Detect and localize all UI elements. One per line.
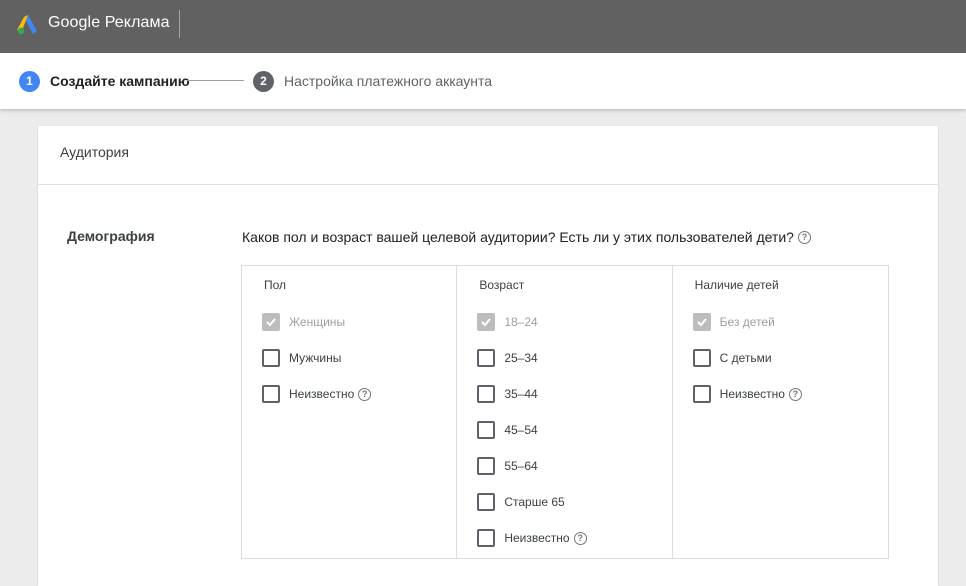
checkbox-checked-icon bbox=[692, 313, 711, 331]
checkbox-option[interactable]: Мужчины bbox=[262, 349, 341, 367]
column-title: Пол bbox=[264, 278, 287, 292]
audience-card: Аудитория Демография Каков пол и возраст… bbox=[38, 126, 938, 586]
checkbox-checked-icon bbox=[477, 313, 496, 331]
checkbox-option[interactable]: С детьми bbox=[692, 349, 772, 367]
checkbox-option[interactable]: Старше 65 bbox=[477, 493, 565, 511]
checkbox-label: 55–64 bbox=[504, 459, 538, 473]
demographics-label: Демография bbox=[67, 228, 155, 244]
google-ads-logo-icon bbox=[17, 15, 37, 35]
checkbox-label: Мужчины bbox=[289, 351, 342, 365]
step-number-badge: 2 bbox=[253, 70, 274, 92]
checkbox-option[interactable]: 25–34 bbox=[477, 349, 538, 367]
checkbox-option: Без детей bbox=[692, 313, 775, 331]
help-icon[interactable]: ? bbox=[358, 387, 372, 401]
checkbox-option[interactable]: Неизвестно? bbox=[262, 385, 372, 403]
help-icon[interactable]: ? bbox=[573, 531, 587, 545]
column-title: Наличие детей bbox=[694, 278, 779, 292]
checkbox-label: 25–34 bbox=[504, 351, 538, 365]
checkbox-icon[interactable] bbox=[477, 421, 496, 439]
checkbox-label: 45–54 bbox=[504, 423, 538, 437]
step-connector bbox=[187, 80, 244, 81]
campaign-stepper: 1 Создайте кампанию 2 Настройка платежно… bbox=[0, 53, 966, 109]
step-billing-setup[interactable]: 2 Настройка платежного аккаунта bbox=[253, 70, 492, 92]
checkbox-icon[interactable] bbox=[262, 385, 280, 403]
card-title: Аудитория bbox=[38, 126, 938, 185]
checkbox-icon[interactable] bbox=[692, 385, 711, 403]
checkbox-icon[interactable] bbox=[477, 349, 496, 367]
checkbox-icon[interactable] bbox=[477, 457, 496, 475]
help-icon[interactable]: ? bbox=[788, 387, 802, 401]
checkbox-option[interactable]: 45–54 bbox=[477, 421, 538, 439]
step-number-badge: 1 bbox=[19, 70, 40, 92]
checkbox-option: 18–24 bbox=[477, 313, 538, 331]
checkbox-label: 35–44 bbox=[504, 387, 538, 401]
question-text: Каков пол и возраст вашей целевой аудито… bbox=[242, 229, 794, 245]
product-name: Google Реклама bbox=[48, 14, 170, 31]
checkbox-label: Без детей bbox=[719, 315, 775, 329]
age-column: Возраст 18–24 25–34 35–44 45–54 55–64 Старше … bbox=[457, 266, 673, 558]
gender-column: Пол Женщины Мужчины Неизвестно? bbox=[242, 266, 458, 558]
checkbox-option[interactable]: 35–44 bbox=[477, 385, 538, 403]
help-icon[interactable]: ? bbox=[797, 230, 811, 244]
step-label: Настройка платежного аккаунта bbox=[284, 73, 493, 89]
checkbox-icon[interactable] bbox=[477, 493, 496, 511]
checkbox-label: С детьми bbox=[719, 351, 772, 365]
checkbox-icon[interactable] bbox=[477, 385, 496, 403]
checkbox-icon[interactable] bbox=[477, 529, 496, 547]
checkbox-icon[interactable] bbox=[692, 349, 711, 367]
checkbox-option[interactable]: 55–64 bbox=[477, 457, 538, 475]
step-label: Создайте кампанию bbox=[50, 73, 190, 89]
checkbox-checked-icon bbox=[262, 313, 280, 331]
checkbox-option[interactable]: Неизвестно? bbox=[692, 385, 802, 403]
demographics-question: Каков пол и возраст вашей целевой аудито… bbox=[242, 229, 811, 245]
checkbox-label: Женщины bbox=[289, 315, 346, 329]
demographics-grid: Пол Женщины Мужчины Неизвестно? Возраст 18… bbox=[241, 265, 889, 559]
checkbox-label: Неизвестно bbox=[289, 387, 355, 401]
checkbox-label: Старше 65 bbox=[504, 495, 565, 509]
checkbox-label: 18–24 bbox=[504, 315, 538, 329]
checkbox-label: Неизвестно bbox=[719, 387, 785, 401]
topbar-divider bbox=[179, 10, 180, 38]
step-create-campaign[interactable]: 1 Создайте кампанию bbox=[19, 70, 190, 92]
checkbox-label: Неизвестно bbox=[504, 531, 570, 545]
children-column: Наличие детей Без детей С детьми Неизвестн… bbox=[673, 266, 888, 558]
checkbox-option: Женщины bbox=[262, 313, 345, 331]
checkbox-option[interactable]: Неизвестно? bbox=[477, 529, 587, 547]
column-title: Возраст bbox=[479, 278, 525, 292]
checkbox-icon[interactable] bbox=[262, 349, 280, 367]
top-app-bar: Google Реклама bbox=[0, 0, 966, 53]
